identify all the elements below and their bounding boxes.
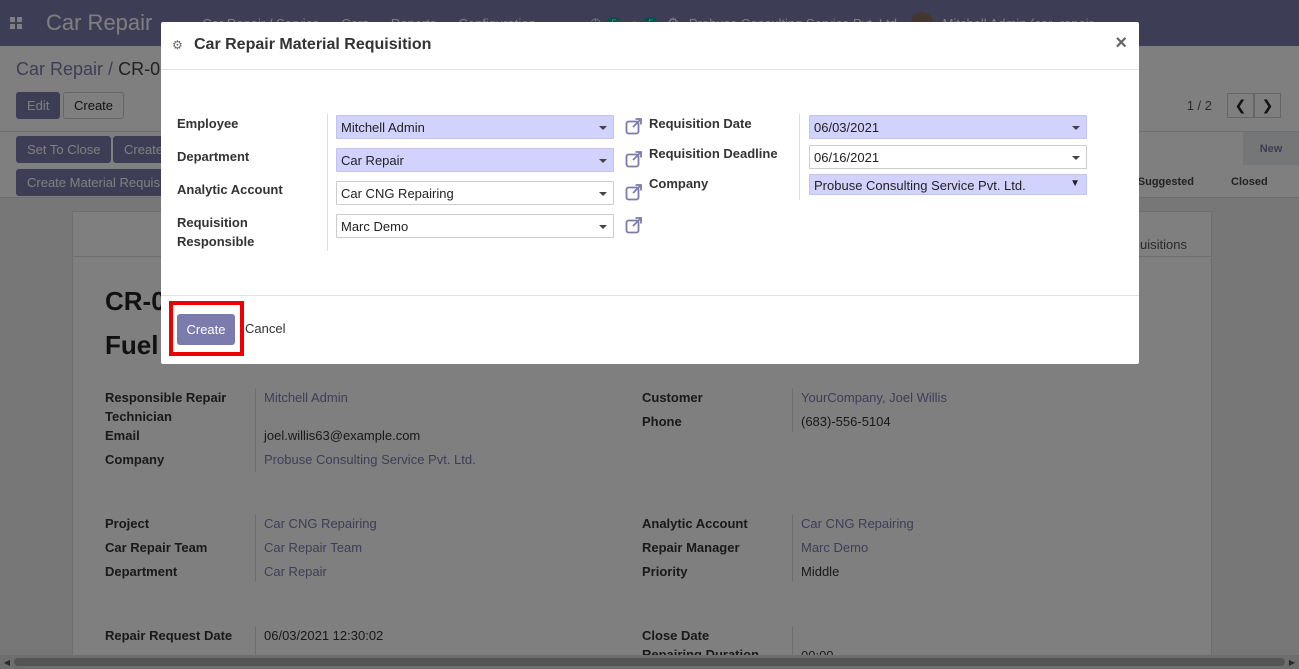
label-requisition-deadline: Requisition Deadline [649, 146, 778, 161]
chevron-down-icon [1072, 126, 1080, 130]
external-link-icon[interactable] [625, 183, 643, 201]
caret-down-icon: ▼ [1070, 178, 1080, 189]
chevron-down-icon [599, 192, 607, 196]
requisition-dialog: ⚙ Car Repair Material Requisition × Empl… [161, 22, 1139, 364]
requisition-deadline-input[interactable]: 06/16/2021 [809, 145, 1087, 169]
chevron-down-icon [599, 126, 607, 130]
chevron-down-icon [599, 159, 607, 163]
chevron-down-icon [1072, 156, 1080, 160]
label-requisition-responsible: Requisition Responsible [177, 215, 255, 249]
cancel-button[interactable]: Cancel [245, 321, 285, 336]
dialog-footer: Create Cancel [161, 295, 1139, 364]
requisition-deadline-value: 06/16/2021 [814, 150, 880, 165]
department-select[interactable]: Car Repair [336, 148, 614, 172]
label-requisition-date: Requisition Date [649, 116, 752, 131]
dialog-header: ⚙ Car Repair Material Requisition × [161, 22, 1139, 70]
field-separator [799, 114, 800, 200]
label-analytic-account: Analytic Account [177, 182, 283, 197]
analytic-account-select[interactable]: Car CNG Repairing [336, 181, 614, 205]
close-icon[interactable]: × [1115, 33, 1127, 53]
create-requisition-button[interactable]: Create [177, 314, 235, 345]
requisition-date-value: 06/03/2021 [814, 120, 880, 135]
department-value: Car Repair [341, 153, 404, 168]
bug-icon: ⚙ [172, 38, 183, 52]
label-department: Department [177, 149, 250, 164]
requisition-responsible-select[interactable]: Marc Demo [336, 214, 614, 238]
requisition-date-input[interactable]: 06/03/2021 [809, 115, 1087, 139]
chevron-down-icon [599, 225, 607, 229]
company-value: Probuse Consulting Service Pvt. Ltd. [814, 178, 1026, 193]
requisition-responsible-value: Marc Demo [341, 219, 409, 234]
employee-value: Mitchell Admin [341, 120, 425, 135]
label-company: Company [649, 176, 709, 191]
employee-select[interactable]: Mitchell Admin [336, 115, 614, 139]
external-link-icon[interactable] [625, 216, 643, 234]
field-separator [327, 114, 328, 251]
company-select[interactable]: Probuse Consulting Service Pvt. Ltd. ▼ [809, 174, 1087, 195]
external-link-icon[interactable] [625, 117, 643, 135]
dialog-title: Car Repair Material Requisition [194, 36, 432, 53]
external-link-icon[interactable] [625, 150, 643, 168]
analytic-account-value: Car CNG Repairing [341, 186, 454, 201]
label-employee: Employee [177, 116, 239, 131]
